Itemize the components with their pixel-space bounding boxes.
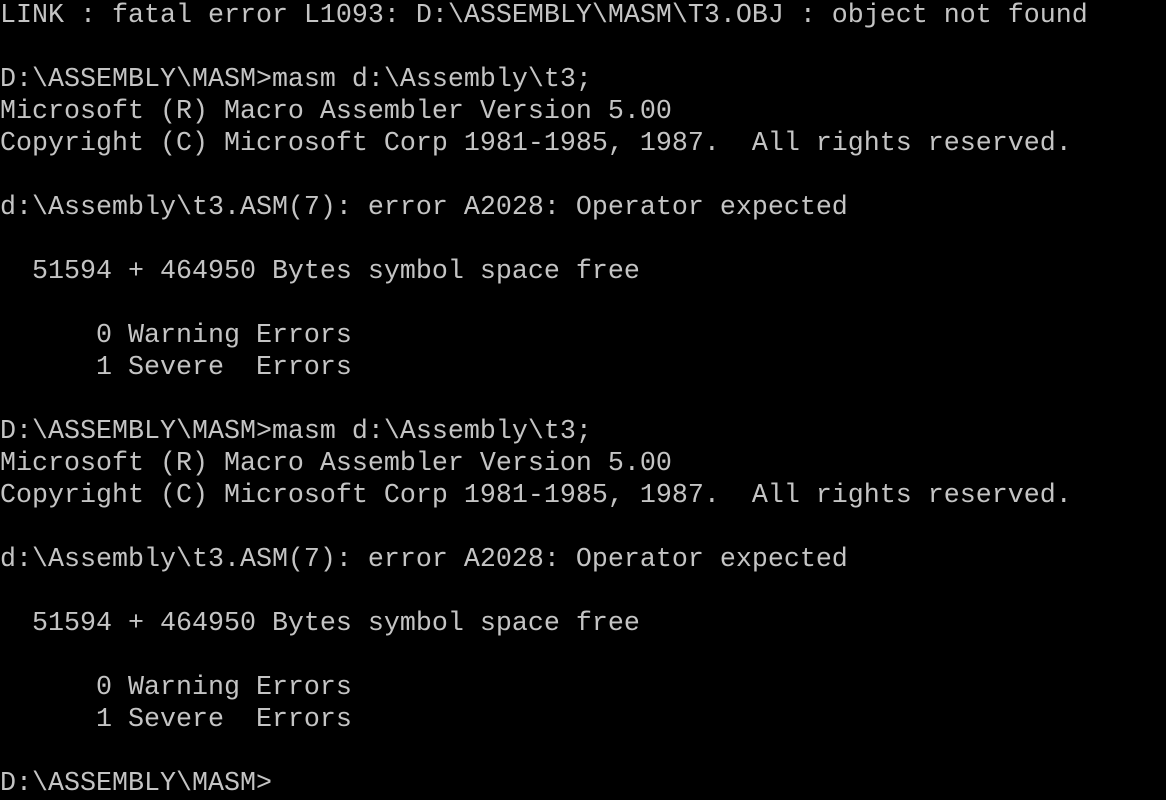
console-line: Microsoft (R) Macro Assembler Version 5.… (0, 97, 672, 127)
command-prompt[interactable]: D:\ASSEMBLY\MASM> (0, 768, 1166, 800)
console-line: 1 Severe Errors (0, 705, 352, 735)
console-line: 51594 + 464950 Bytes symbol space free (0, 609, 640, 639)
console-line: D:\ASSEMBLY\MASM>masm d:\Assembly\t3; (0, 65, 592, 95)
console-line: 0 Warning Errors (0, 673, 352, 703)
console-line: d:\Assembly\t3.ASM(7): error A2028: Oper… (0, 193, 848, 223)
console-line: 1 Severe Errors (0, 353, 352, 383)
console-line: Copyright (C) Microsoft Corp 1981-1985, … (0, 129, 1072, 159)
console-line: d:\Assembly\t3.ASM(7): error A2028: Oper… (0, 545, 848, 575)
console-line: LINK : fatal error L1093: D:\ASSEMBLY\MA… (0, 1, 1088, 31)
console-line: Microsoft (R) Macro Assembler Version 5.… (0, 449, 672, 479)
dos-console[interactable]: LINK : fatal error L1093: D:\ASSEMBLY\MA… (0, 0, 1166, 800)
console-line: 51594 + 464950 Bytes symbol space free (0, 257, 640, 287)
console-line: 0 Warning Errors (0, 321, 352, 351)
console-line: Copyright (C) Microsoft Corp 1981-1985, … (0, 481, 1072, 511)
console-line: D:\ASSEMBLY\MASM>masm d:\Assembly\t3; (0, 417, 592, 447)
